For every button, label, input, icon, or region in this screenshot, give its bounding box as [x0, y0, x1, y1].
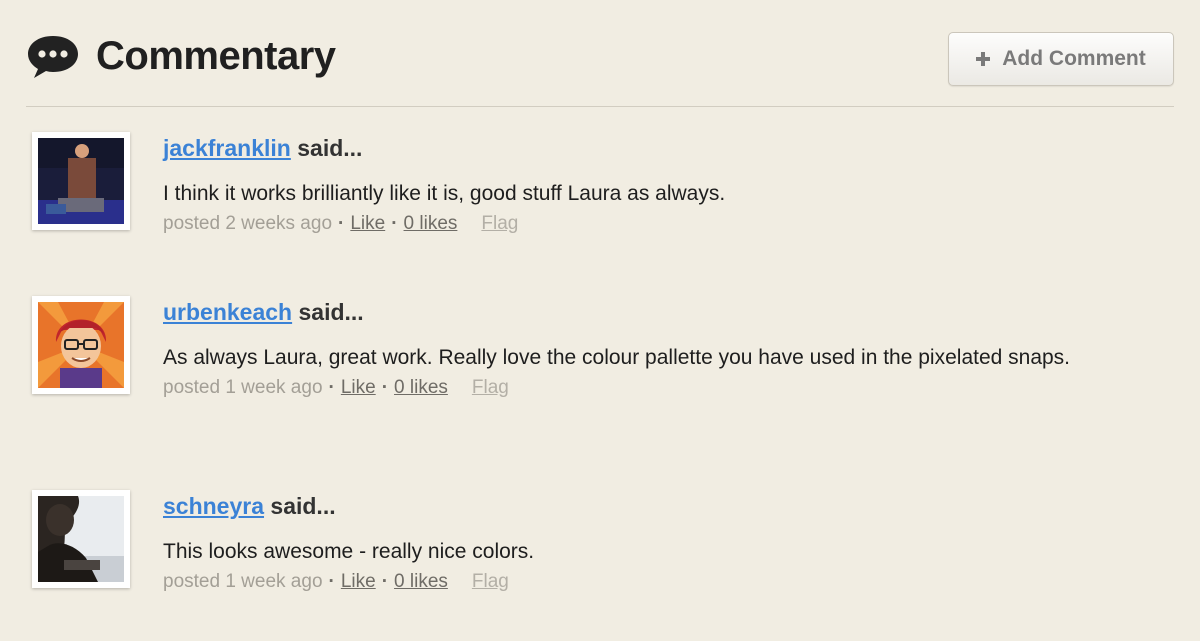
comment-text: I think it works brilliantly like it is,… — [163, 182, 726, 205]
likes-count-link[interactable]: 0 likes — [404, 213, 458, 234]
page-title: Commentary — [96, 34, 336, 78]
user-photo — [38, 496, 124, 582]
said-label: said... — [298, 299, 364, 325]
comment-meta: posted 2 weeks ago · Like · 0 likes Flag — [163, 213, 519, 234]
said-label: said... — [270, 493, 336, 519]
avatar[interactable] — [32, 296, 130, 394]
like-link[interactable]: Like — [341, 377, 376, 398]
avatar[interactable] — [32, 132, 130, 230]
user-photo — [38, 138, 124, 224]
like-link[interactable]: Like — [350, 213, 385, 234]
flag-link[interactable]: Flag — [472, 571, 509, 592]
said-label: said... — [297, 135, 363, 161]
commentary-section: Commentary Add Comment jackfranklin said… — [26, 0, 1174, 641]
likes-count-link[interactable]: 0 likes — [394, 377, 448, 398]
comment-meta: posted 1 week ago · Like · 0 likes Flag — [163, 377, 509, 398]
add-comment-button[interactable]: Add Comment — [948, 32, 1174, 86]
comment-username-link[interactable]: urbenkeach — [163, 299, 292, 325]
avatar[interactable] — [32, 490, 130, 588]
flag-link[interactable]: Flag — [481, 213, 518, 234]
commentary-header: Commentary Add Comment — [26, 0, 1174, 107]
comment-username-link[interactable]: jackfranklin — [163, 135, 291, 161]
speech-bubble-icon — [28, 36, 78, 78]
likes-count-link[interactable]: 0 likes — [394, 571, 448, 592]
comment-meta: posted 1 week ago · Like · 0 likes Flag — [163, 571, 509, 592]
posted-time: posted 2 weeks ago — [163, 213, 333, 234]
posted-time: posted 1 week ago — [163, 377, 323, 398]
user-illustration — [38, 302, 124, 388]
add-comment-label: Add Comment — [1002, 47, 1146, 70]
plus-icon — [976, 52, 991, 66]
comment-text: This looks awesome - really nice colors. — [163, 540, 535, 563]
like-link[interactable]: Like — [341, 571, 376, 592]
posted-time: posted 1 week ago — [163, 571, 323, 592]
comment-text: As always Laura, great work. Really love… — [163, 346, 1071, 369]
comment-username-link[interactable]: schneyra — [163, 493, 264, 519]
flag-link[interactable]: Flag — [472, 377, 509, 398]
